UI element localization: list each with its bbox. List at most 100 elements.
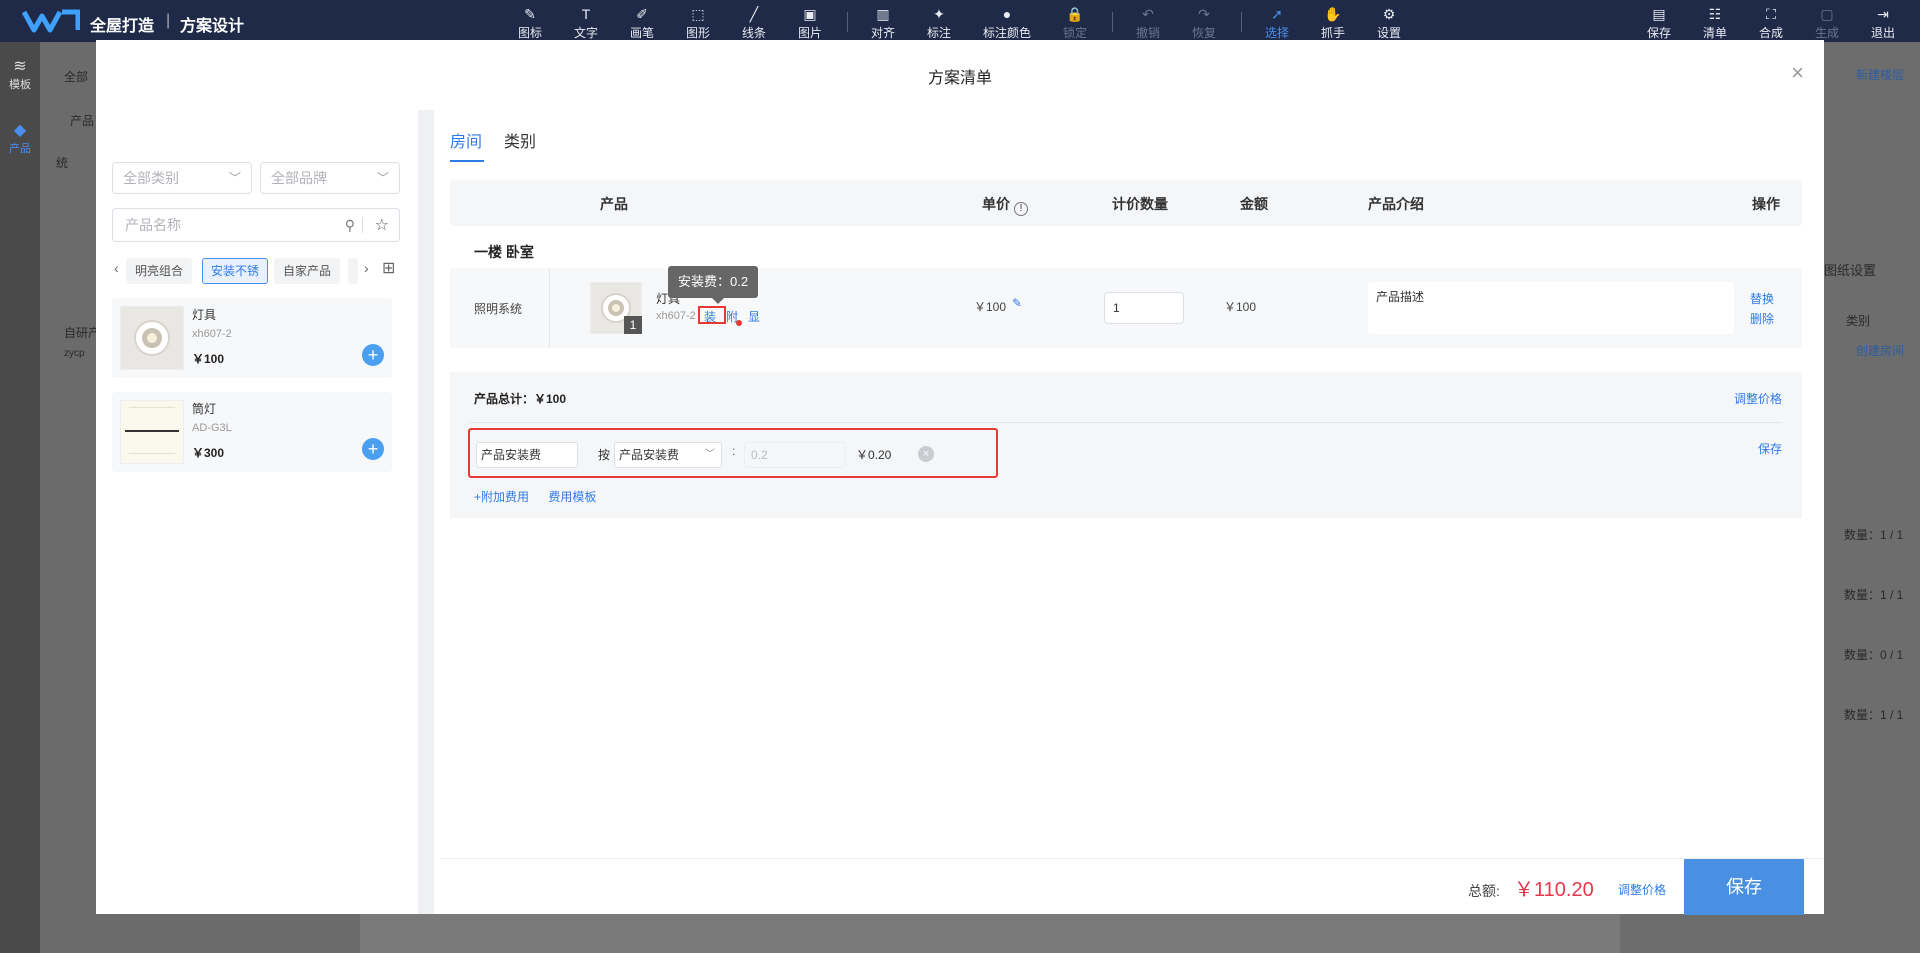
bg-create-room: 创建房间 bbox=[1856, 344, 1905, 358]
row-product-code: xh607-2 bbox=[656, 310, 696, 322]
product-card[interactable]: 灯具 xh607-2 ￥100 + bbox=[112, 298, 392, 378]
save-button[interactable]: 保存 bbox=[1684, 859, 1804, 915]
tool-label: 设置 bbox=[1376, 26, 1401, 40]
tool-label: 抓手 bbox=[1320, 26, 1345, 40]
chip-more[interactable] bbox=[348, 258, 358, 284]
tool-exit[interactable]: ⇥ 退出 bbox=[1858, 4, 1908, 41]
toolbar-divider bbox=[1241, 12, 1242, 32]
fee-save-link[interactable]: 保存 bbox=[1758, 440, 1782, 457]
fee-template-link[interactable]: 费用模板 bbox=[548, 490, 596, 504]
product-card[interactable]: 筒灯 AD-G3L ￥300 + bbox=[112, 392, 392, 472]
undo-icon: ↶ bbox=[1142, 6, 1154, 22]
modal-footer: 总额: ￥110.20 调整价格 保存 bbox=[440, 858, 1824, 915]
fee-name-input[interactable]: 产品安装费 bbox=[476, 442, 578, 468]
icon-tool-icon: ✎ bbox=[524, 6, 536, 22]
col-product: 产品 bbox=[600, 196, 628, 212]
tool-text[interactable]: T 文字 bbox=[561, 4, 611, 41]
tool-compose[interactable]: ⛶ 合成 bbox=[1746, 4, 1796, 41]
tool-save[interactable]: ▤ 保存 bbox=[1634, 4, 1684, 41]
tool-label: 撤销 bbox=[1135, 26, 1160, 40]
tool-settings[interactable]: ⚙ 设置 bbox=[1364, 4, 1414, 41]
tool-align[interactable]: ▥ 对齐 bbox=[858, 4, 908, 41]
tool-lock[interactable]: 🔒 锁定 bbox=[1050, 4, 1100, 41]
tool-generate[interactable]: ▢ 生成 bbox=[1802, 4, 1852, 41]
row-amount: ￥100 bbox=[1224, 300, 1257, 314]
bg-category: 类别 bbox=[1846, 314, 1871, 328]
col-qty: 计价数量 bbox=[1112, 196, 1168, 212]
tool-label: 对齐 bbox=[870, 26, 895, 40]
compose-icon: ⛶ bbox=[1766, 6, 1776, 22]
list-icon: ☷ bbox=[1708, 6, 1722, 22]
tool-label: 图片 bbox=[797, 26, 822, 40]
chevron-down-icon: ﹀ bbox=[228, 171, 241, 185]
show-tag[interactable]: 显 bbox=[748, 308, 760, 325]
rail-template[interactable]: ≋ 模板 bbox=[0, 56, 40, 92]
tool-brush[interactable]: ✐ 画笔 bbox=[617, 4, 667, 41]
fee-row-highlight: 产品安装费 按 产品安装费 ﹀ : 0.2 ￥0.20 × bbox=[468, 428, 998, 478]
install-tag-highlight bbox=[698, 306, 726, 324]
total-label: 总额: bbox=[1468, 883, 1500, 899]
tool-label: 退出 bbox=[1870, 26, 1895, 40]
add-fee-link[interactable]: +附加费用 bbox=[474, 490, 529, 504]
grid-icon[interactable]: ⊞ bbox=[382, 258, 395, 278]
search-input[interactable] bbox=[125, 209, 335, 241]
description-input[interactable]: 产品描述 bbox=[1368, 282, 1734, 334]
tool-image[interactable]: ▣ 图片 bbox=[785, 4, 835, 41]
tool-line[interactable]: ╱ 线条 bbox=[729, 4, 779, 41]
tool-annotate-color[interactable]: ● 标注颜色 bbox=[977, 4, 1037, 41]
category-select-value: 全部类别 bbox=[123, 170, 179, 186]
close-icon[interactable]: × bbox=[1791, 62, 1804, 84]
rail-product[interactable]: ◆ 产品 bbox=[0, 120, 40, 156]
fee-type-select[interactable]: 产品安装费 ﹀ bbox=[614, 442, 722, 468]
tool-annotate[interactable]: ✦ 标注 bbox=[914, 4, 964, 41]
chip-install[interactable]: 安装不锈 bbox=[202, 258, 269, 284]
tool-label: 清单 bbox=[1702, 26, 1727, 40]
chevron-down-icon: ﹀ bbox=[705, 449, 715, 460]
hand-icon: ✋ bbox=[1324, 6, 1342, 22]
fee-amount: ￥0.20 bbox=[856, 448, 892, 462]
tool-icon[interactable]: ✎ 图标 bbox=[505, 4, 555, 41]
downlight-image bbox=[121, 307, 183, 369]
chip-own-products[interactable]: 自家产品 bbox=[274, 258, 341, 284]
tab-room[interactable]: 房间 bbox=[450, 128, 482, 152]
brand-select[interactable]: 全部品牌 ﹀ bbox=[260, 162, 400, 194]
total-amount: ￥110.20 bbox=[1514, 879, 1594, 901]
tool-undo[interactable]: ↶ 撤销 bbox=[1123, 4, 1173, 41]
chip-combo[interactable]: 明亮组合 bbox=[126, 258, 193, 284]
tab-category[interactable]: 类别 bbox=[504, 128, 536, 152]
col-unit-price-label: 单价 bbox=[982, 196, 1010, 212]
align-icon: ▥ bbox=[876, 6, 890, 22]
delete-link[interactable]: 删除 bbox=[1750, 310, 1774, 327]
room-group-title: 一楼 卧室 bbox=[450, 234, 1802, 270]
chevron-left-icon[interactable]: ‹ bbox=[114, 260, 119, 276]
star-icon[interactable]: ☆ bbox=[375, 215, 389, 235]
footer-adjust-price-link[interactable]: 调整价格 bbox=[1618, 881, 1666, 898]
replace-link[interactable]: 替换 bbox=[1750, 290, 1774, 307]
chevron-right-icon[interactable]: › bbox=[364, 260, 369, 276]
category-select[interactable]: 全部类别 ﹀ bbox=[112, 162, 252, 194]
remove-fee-icon[interactable]: × bbox=[918, 446, 934, 462]
summary-divider bbox=[470, 422, 1782, 423]
product-search: ⚲ ☆ bbox=[112, 208, 400, 242]
layers-icon: ≋ bbox=[13, 58, 27, 75]
adjust-price-link[interactable]: 调整价格 bbox=[1734, 390, 1782, 407]
tool-shape[interactable]: ⬚ 图形 bbox=[673, 4, 723, 41]
tool-hand[interactable]: ✋ 抓手 bbox=[1308, 4, 1358, 41]
quantity-input[interactable]: 1 bbox=[1104, 292, 1184, 324]
tool-label: 画笔 bbox=[629, 26, 654, 40]
product-panel: 全部类别 ﹀ 全部品牌 ﹀ ⚲ ☆ ‹ 明亮组合 安装不锈 自家产品 › ⊞ bbox=[96, 110, 418, 914]
search-icon[interactable]: ⚲ bbox=[345, 217, 355, 234]
fee-rate-input[interactable]: 0.2 bbox=[744, 442, 846, 468]
bg-all-label: 全部 bbox=[64, 70, 89, 84]
edit-pencil-icon[interactable]: ✎ bbox=[1012, 296, 1022, 310]
bg-back-label: 统 bbox=[56, 156, 69, 170]
tool-list[interactable]: ☷ 清单 bbox=[1690, 4, 1740, 41]
tool-select[interactable]: ➚ 选择 bbox=[1252, 4, 1302, 41]
tool-label: 恢复 bbox=[1191, 26, 1216, 40]
brand-name: 全屋打造 bbox=[90, 18, 155, 35]
bg-count: 数量：1 / 1 bbox=[1844, 708, 1904, 722]
info-icon[interactable]: ! bbox=[1014, 202, 1028, 216]
add-product-button[interactable]: + bbox=[362, 438, 384, 460]
add-product-button[interactable]: + bbox=[362, 344, 384, 366]
tool-redo[interactable]: ↷ 恢复 bbox=[1179, 4, 1229, 41]
